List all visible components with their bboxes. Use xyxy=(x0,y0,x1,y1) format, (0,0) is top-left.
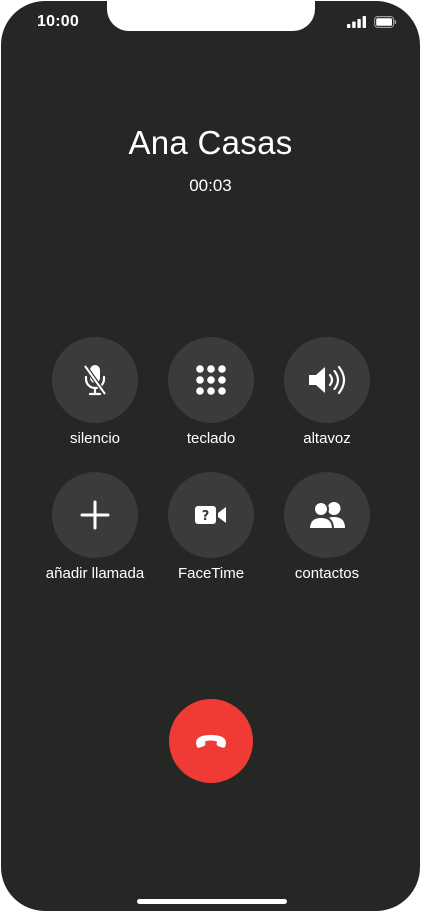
facetime-video-icon: ? xyxy=(195,506,226,524)
keypad-icon xyxy=(196,365,226,395)
microphone-muted-icon xyxy=(83,364,107,396)
facetime-button[interactable]: ? xyxy=(168,472,254,558)
status-time: 10:00 xyxy=(37,13,79,30)
contacts-label: contactos xyxy=(294,565,360,582)
keypad-button[interactable] xyxy=(168,337,254,423)
plus-icon xyxy=(80,500,110,530)
phone-screen: 10:00 Ana Casas 00:03 silencio teclado a… xyxy=(1,1,420,911)
mute-button[interactable] xyxy=(52,337,138,423)
contacts-button[interactable] xyxy=(284,472,370,558)
speaker-control[interactable]: altavoz xyxy=(257,337,397,447)
caller-name: Ana Casas xyxy=(128,124,293,161)
svg-text:?: ? xyxy=(202,509,210,524)
speaker-icon xyxy=(309,365,346,395)
speaker-label: altavoz xyxy=(303,430,351,447)
speaker-button[interactable] xyxy=(284,337,370,423)
battery-icon xyxy=(374,16,397,28)
add-call-button[interactable] xyxy=(52,472,138,558)
contacts-icon xyxy=(307,501,345,529)
signal-bars-icon xyxy=(347,16,366,28)
call-duration: 00:03 xyxy=(189,176,232,195)
end-call-button[interactable] xyxy=(169,699,253,783)
contacts-control[interactable]: contactos xyxy=(257,472,397,582)
end-call-phone-icon xyxy=(196,735,226,748)
notch xyxy=(107,1,315,31)
home-indicator[interactable] xyxy=(137,899,287,904)
